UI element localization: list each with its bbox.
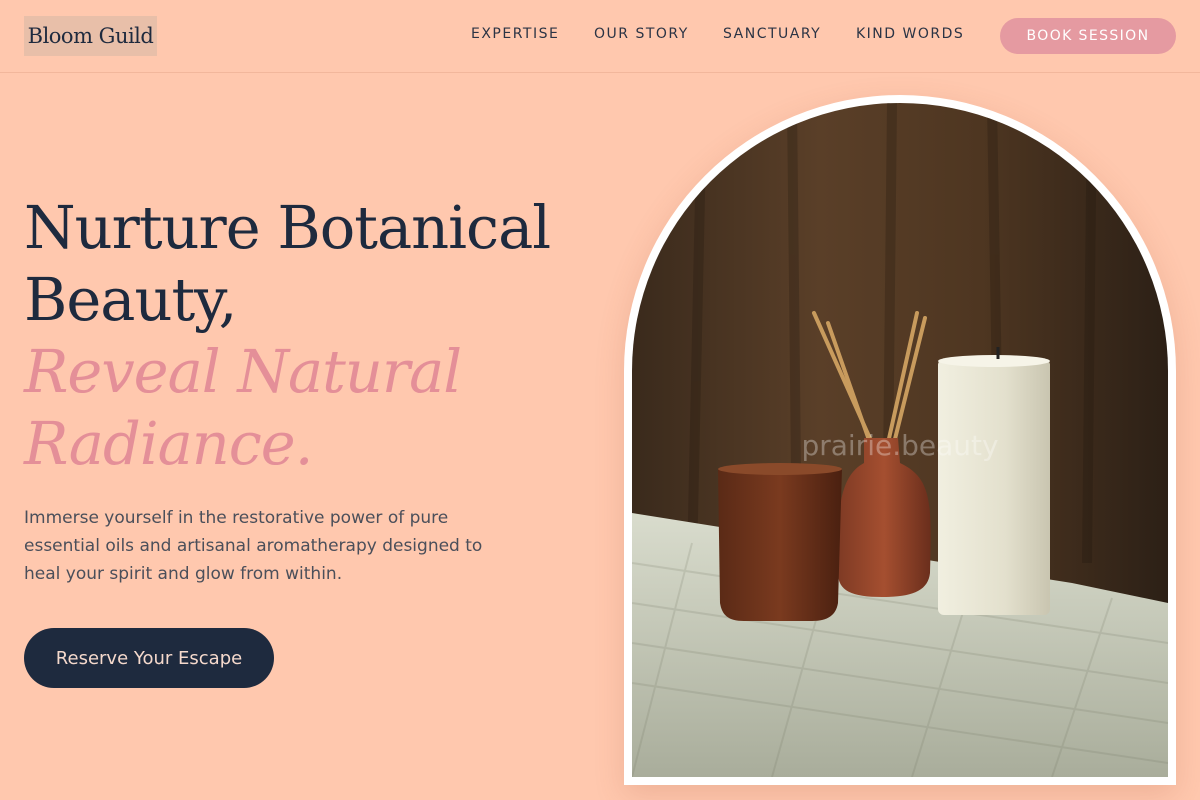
- hero-photo: prairie.beauty: [632, 103, 1168, 777]
- nav-link-expertise[interactable]: EXPERTISE: [471, 26, 559, 42]
- headline-accent-line: Reveal Natural: [24, 337, 462, 406]
- headline-line: Beauty,: [24, 265, 237, 334]
- hero-image-frame: prairie.beauty: [624, 95, 1176, 785]
- hero-description: Immerse yourself in the restorative powe…: [24, 508, 483, 584]
- headline-line: Nurture Botanical: [24, 193, 551, 262]
- nav-link-our-story[interactable]: OUR STORY: [594, 26, 689, 42]
- reserve-escape-button[interactable]: Reserve Your Escape: [24, 628, 274, 688]
- nav-link-kind-words[interactable]: KIND WORDS: [856, 26, 964, 42]
- book-session-button[interactable]: BOOK SESSION: [1000, 18, 1176, 54]
- brand-logo[interactable]: Bloom Guild: [24, 16, 157, 56]
- nav-link-sanctuary[interactable]: SANCTUARY: [723, 26, 821, 42]
- aromatherapy-still-life-image: [632, 103, 1168, 777]
- site-header: Bloom Guild EXPERTISE OUR STORY SANCTUAR…: [0, 0, 1200, 73]
- hero-headline: Nurture Botanical Beauty, Reveal Natural…: [24, 192, 624, 480]
- headline-accent-line: Radiance.: [24, 409, 313, 478]
